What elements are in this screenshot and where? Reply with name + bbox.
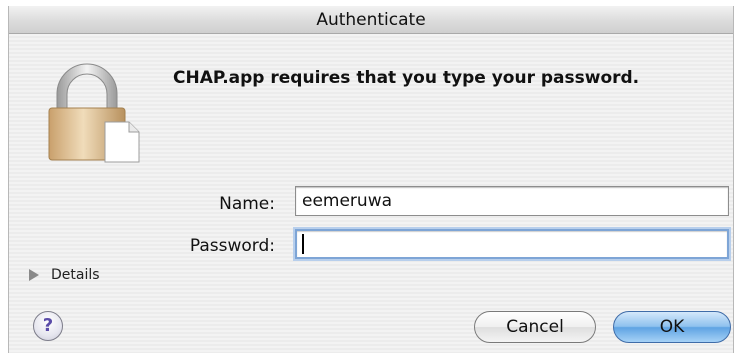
padlock-document-icon — [48, 63, 140, 163]
name-label: Name: — [219, 194, 275, 214]
cancel-button[interactable]: Cancel — [474, 311, 596, 343]
name-field[interactable] — [295, 186, 729, 216]
help-button[interactable]: ? — [33, 311, 63, 341]
details-disclosure[interactable]: Details — [29, 267, 100, 283]
password-field[interactable] — [295, 229, 729, 259]
window-title: Authenticate — [316, 10, 426, 30]
authenticate-dialog: Authenticate CHAP.app requires that you … — [8, 6, 734, 353]
title-bar: Authenticate — [9, 6, 733, 34]
disclosure-triangle-icon — [29, 269, 39, 281]
password-label: Password: — [189, 236, 275, 256]
details-label: Details — [51, 267, 100, 283]
text-caret — [302, 234, 304, 254]
ok-button[interactable]: OK — [613, 311, 731, 343]
prompt-message: CHAP.app requires that you type your pas… — [173, 68, 640, 88]
